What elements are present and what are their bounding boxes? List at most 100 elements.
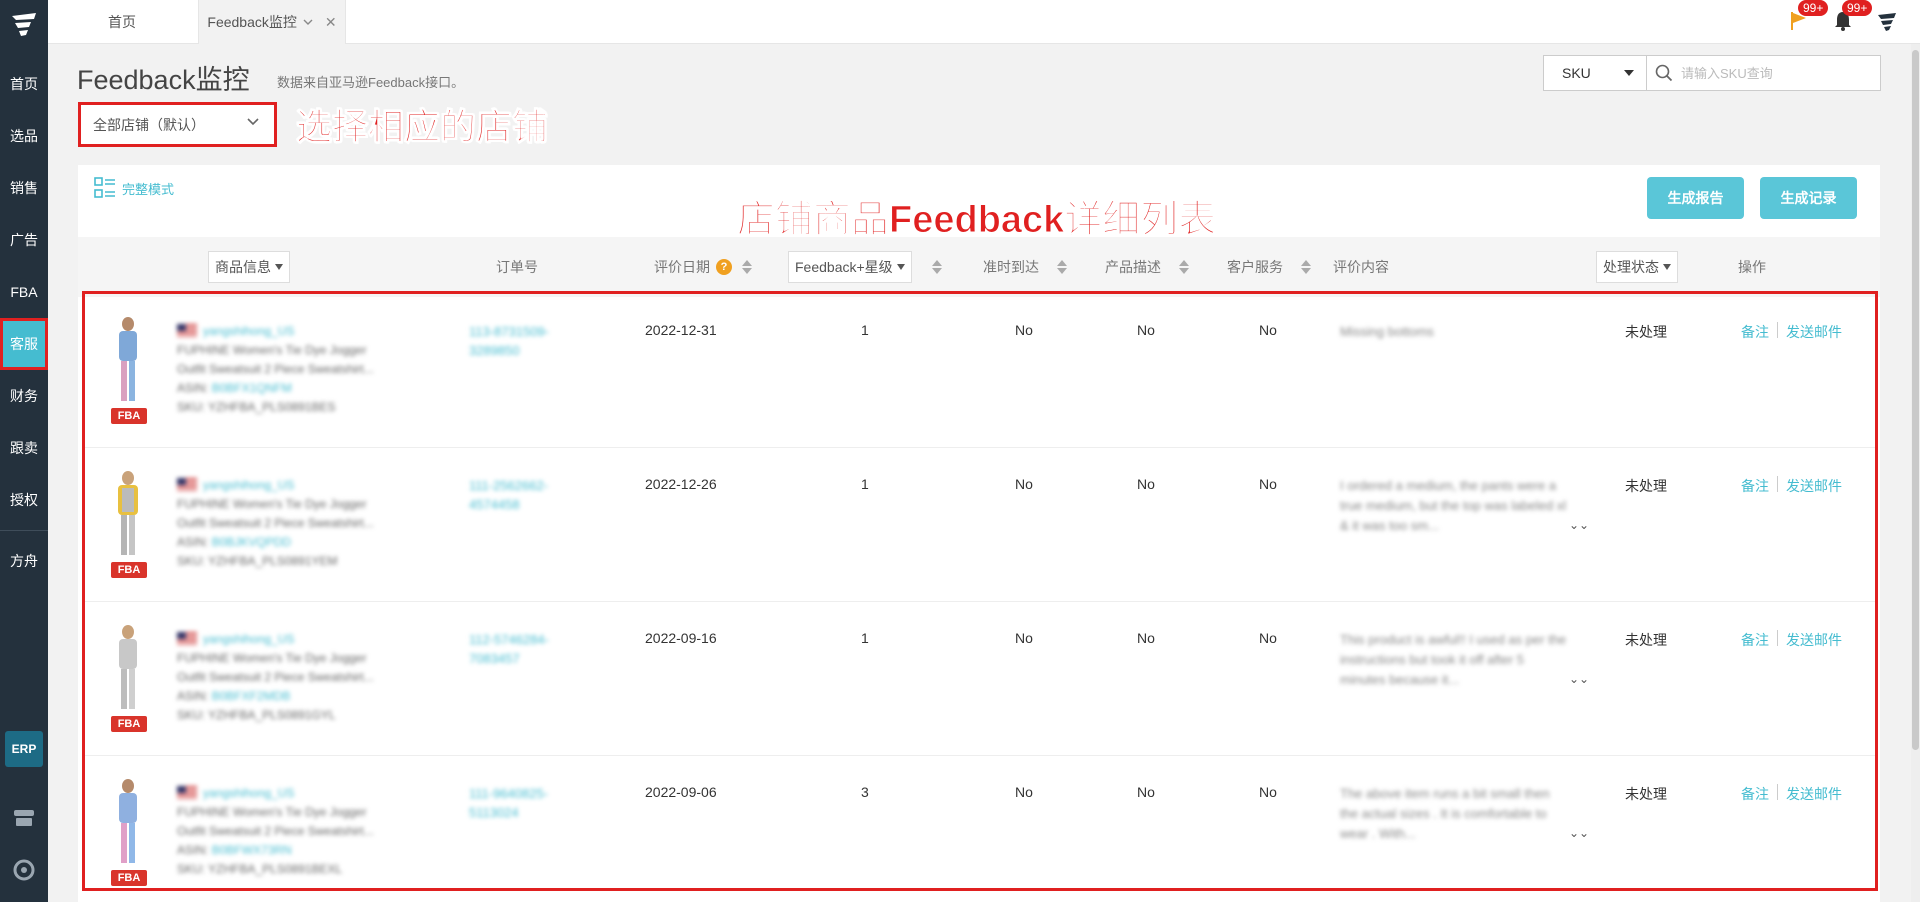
logo-icon[interactable] xyxy=(0,0,48,48)
th-desc-label: 产品描述 xyxy=(1105,259,1161,275)
order-number-link[interactable]: 111-9640825-5113024 xyxy=(469,784,589,822)
close-icon[interactable]: ✕ xyxy=(325,14,337,31)
product-thumbnail[interactable] xyxy=(111,778,145,868)
ontime-value: No xyxy=(1015,630,1033,646)
sidebar-item-home[interactable]: 首页 xyxy=(0,58,48,110)
asin-link[interactable]: B0BFXF2MDB xyxy=(212,689,291,703)
user-avatar-icon[interactable] xyxy=(1874,6,1900,36)
product-title-line2[interactable]: Outfit Sweatsuit 2 Piece Sweatshirt... xyxy=(177,514,447,533)
send-email-link[interactable]: 发送邮件 xyxy=(1786,784,1842,804)
product-thumbnail[interactable] xyxy=(111,470,145,560)
asin-link[interactable]: B0BJKVQPDD xyxy=(212,535,291,549)
th-ontime-label: 准时到达 xyxy=(983,259,1039,275)
product-title-line2[interactable]: Outfit Sweatsuit 2 Piece Sweatshirt... xyxy=(177,360,447,379)
status-filter-dropdown[interactable]: 处理状态 xyxy=(1596,251,1678,283)
send-email-link[interactable]: 发送邮件 xyxy=(1786,322,1842,342)
generate-record-button[interactable]: 生成记录 xyxy=(1760,177,1857,219)
sidebar-item-fba[interactable]: FBA xyxy=(0,266,48,318)
review-date: 2022-12-31 xyxy=(645,322,717,338)
help-icon[interactable]: ? xyxy=(716,259,732,275)
row-actions: 备注 发送邮件 xyxy=(1741,630,1842,650)
send-email-link[interactable]: 发送邮件 xyxy=(1786,630,1842,650)
note-link[interactable]: 备注 xyxy=(1741,630,1769,650)
product-title-line1[interactable]: FUPHINE Women's Tie Dye Jogger xyxy=(177,649,447,668)
store-name[interactable]: yangshihong_US xyxy=(203,324,294,338)
th-date[interactable]: 评价日期 ? xyxy=(654,237,752,297)
sidebar-item-follow-sell[interactable]: 跟卖 xyxy=(0,422,48,474)
store-name[interactable]: yangshihong_US xyxy=(203,478,294,492)
note-link[interactable]: 备注 xyxy=(1741,784,1769,804)
product-title-line1[interactable]: FUPHINE Women's Tie Dye Jogger xyxy=(177,341,447,360)
feedback-star-dropdown[interactable]: Feedback+星级 xyxy=(788,251,912,283)
product-thumbnail[interactable] xyxy=(111,624,145,714)
th-service[interactable]: 客户服务 xyxy=(1227,237,1311,297)
action-divider xyxy=(1777,476,1778,492)
chevron-down-icon xyxy=(247,118,259,126)
th-ontime[interactable]: 准时到达 xyxy=(983,237,1067,297)
erp-button[interactable]: ERP xyxy=(5,731,43,767)
ontime-value: No xyxy=(1015,476,1033,492)
sort-icon[interactable] xyxy=(742,260,752,274)
search-input[interactable] xyxy=(1681,65,1861,81)
sidebar-item-customer-service[interactable]: 客服 xyxy=(0,318,48,370)
product-title-line2[interactable]: Outfit Sweatsuit 2 Piece Sweatshirt... xyxy=(177,822,447,841)
sidebar-item-product-selection[interactable]: 选品 xyxy=(0,110,48,162)
store-name[interactable]: yangshihong_US xyxy=(203,786,294,800)
sidebar-item-finance[interactable]: 财务 xyxy=(0,370,48,422)
table-row: FBA yangshihong_US FUPHINE Women's Tie D… xyxy=(85,294,1875,448)
asin-label: ASIN: xyxy=(177,689,209,703)
asin-label: ASIN: xyxy=(177,381,209,395)
caret-down-icon xyxy=(275,264,283,270)
order-number-link[interactable]: 113-8731509-3289850 xyxy=(469,322,589,360)
status-value: 未处理 xyxy=(1625,324,1667,340)
sidebar-item-ads[interactable]: 广告 xyxy=(0,214,48,266)
sidebar-item-ark[interactable]: 方舟 xyxy=(0,535,48,587)
asin-link[interactable]: B0BFWX73RN xyxy=(212,843,292,857)
expand-review-icon[interactable]: ⌄⌄ xyxy=(1569,672,1589,686)
search-type-select[interactable]: SKU xyxy=(1543,55,1647,91)
order-number-link[interactable]: 112-5746284-7083457 xyxy=(469,630,589,668)
review-content: I ordered a medium, the pants were a tru… xyxy=(1340,478,1567,533)
store-name[interactable]: yangshihong_US xyxy=(203,632,294,646)
chevron-down-icon[interactable] xyxy=(303,18,313,26)
asin-link[interactable]: B0BFX1QNFM xyxy=(212,381,292,395)
sort-icon[interactable] xyxy=(1301,260,1311,274)
tab-feedback-monitor[interactable]: Feedback监控 ✕ xyxy=(198,0,346,44)
product-title-line1[interactable]: FUPHINE Women's Tie Dye Jogger xyxy=(177,495,447,514)
note-link[interactable]: 备注 xyxy=(1741,476,1769,496)
tab-home[interactable]: 首页 xyxy=(48,0,196,44)
expand-review-icon[interactable]: ⌄⌄ xyxy=(1569,518,1589,532)
product-thumbnail[interactable] xyxy=(111,316,145,406)
review-date: 2022-12-26 xyxy=(645,476,717,492)
send-email-link[interactable]: 发送邮件 xyxy=(1786,476,1842,496)
service-value: No xyxy=(1259,630,1277,646)
sidebar-item-authorization[interactable]: 授权 xyxy=(0,474,48,526)
service-value: No xyxy=(1259,322,1277,338)
page-scrollbar[interactable] xyxy=(1911,44,1920,902)
support-icon[interactable] xyxy=(12,858,36,882)
sidebar-item-sales[interactable]: 销售 xyxy=(0,162,48,214)
sort-icon[interactable] xyxy=(931,260,942,274)
th-status-label: 处理状态 xyxy=(1603,259,1659,275)
sort-icon[interactable] xyxy=(1057,260,1067,274)
review-content: The above item runs a bit small then the… xyxy=(1340,786,1550,841)
store-icon[interactable] xyxy=(12,806,36,830)
product-title-line1[interactable]: FUPHINE Women's Tie Dye Jogger xyxy=(177,803,447,822)
full-mode-toggle[interactable]: 完整模式 xyxy=(94,177,174,199)
store-select[interactable]: 全部店铺（默认） xyxy=(78,102,277,147)
expand-review-icon[interactable]: ⌄⌄ xyxy=(1569,826,1589,840)
flag-icon[interactable]: 99+ xyxy=(1786,0,1829,36)
service-value: No xyxy=(1259,784,1277,800)
order-number-link[interactable]: 111-2562662-4574458 xyxy=(469,476,589,514)
product-title-line2[interactable]: Outfit Sweatsuit 2 Piece Sweatshirt... xyxy=(177,668,447,687)
th-desc[interactable]: 产品描述 xyxy=(1105,237,1189,297)
generate-report-button[interactable]: 生成报告 xyxy=(1647,177,1744,219)
scrollbar-thumb[interactable] xyxy=(1912,50,1919,750)
fba-badge: FBA xyxy=(111,870,147,886)
sort-icon[interactable] xyxy=(1179,260,1189,274)
sidebar-divider xyxy=(0,530,48,531)
product-filter-dropdown[interactable]: 商品信息 xyxy=(208,251,290,283)
sku-text: SKU: YZHFBA_PLS0891BES xyxy=(177,400,336,414)
bell-icon[interactable]: 99+ xyxy=(1830,0,1873,36)
note-link[interactable]: 备注 xyxy=(1741,322,1769,342)
